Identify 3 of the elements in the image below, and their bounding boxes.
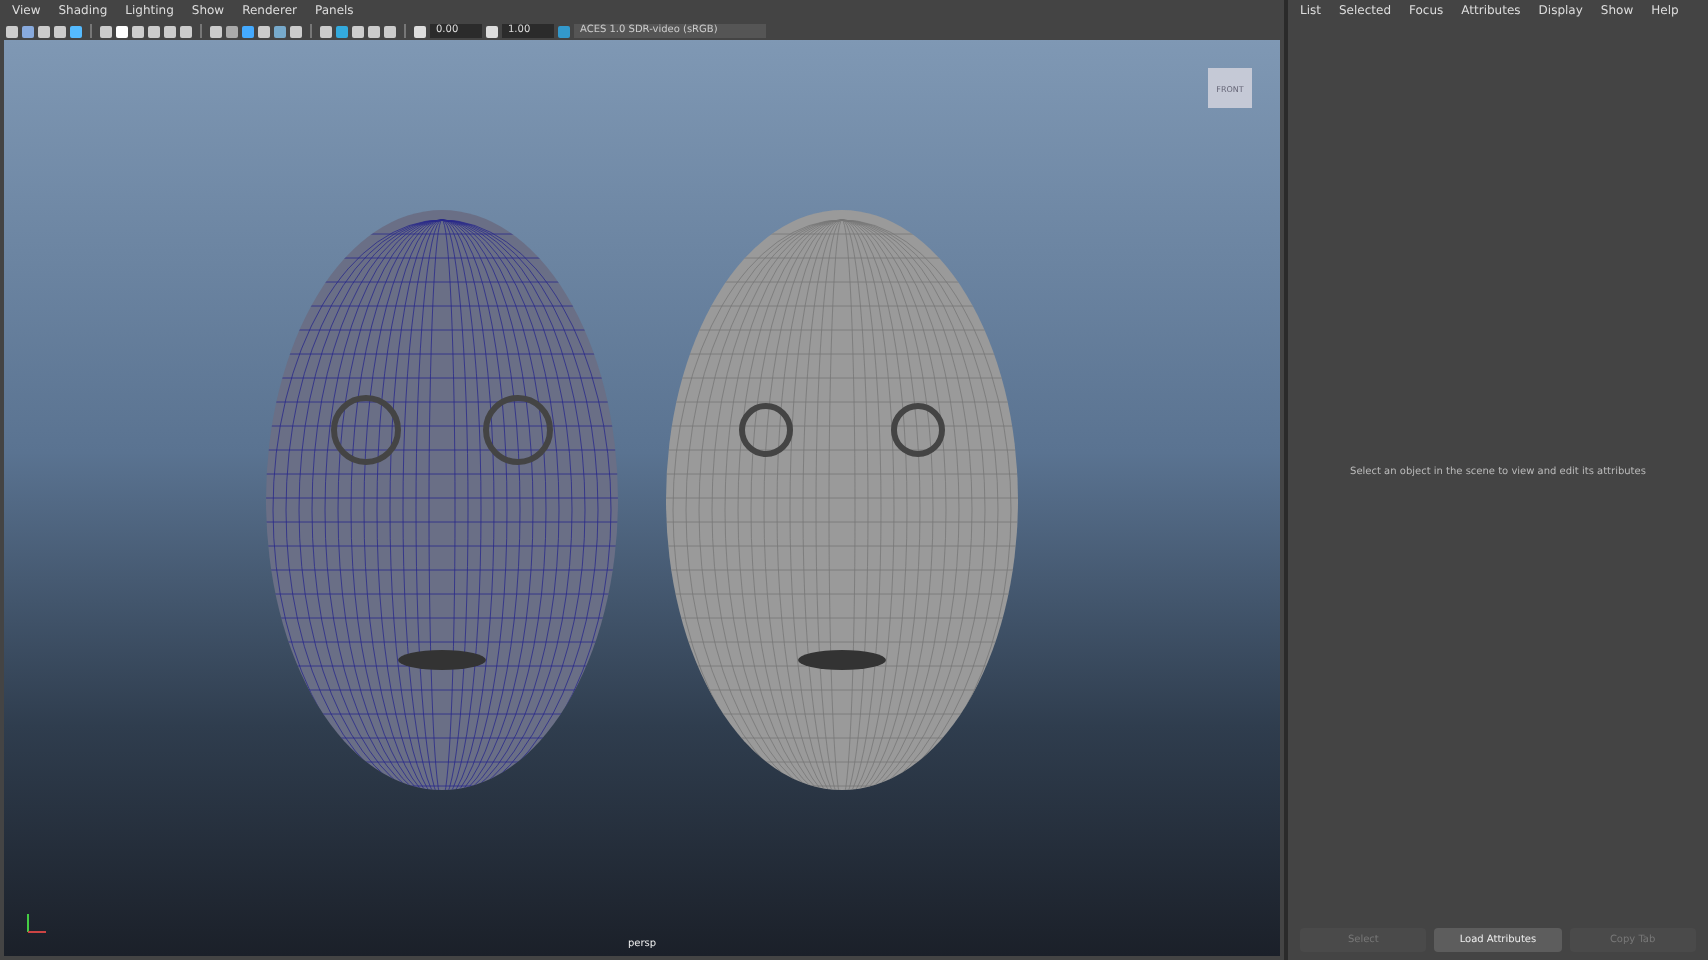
toolbar-icon[interactable] bbox=[414, 25, 426, 37]
toolbar-icon[interactable] bbox=[486, 25, 498, 37]
axis-icon bbox=[24, 912, 48, 936]
